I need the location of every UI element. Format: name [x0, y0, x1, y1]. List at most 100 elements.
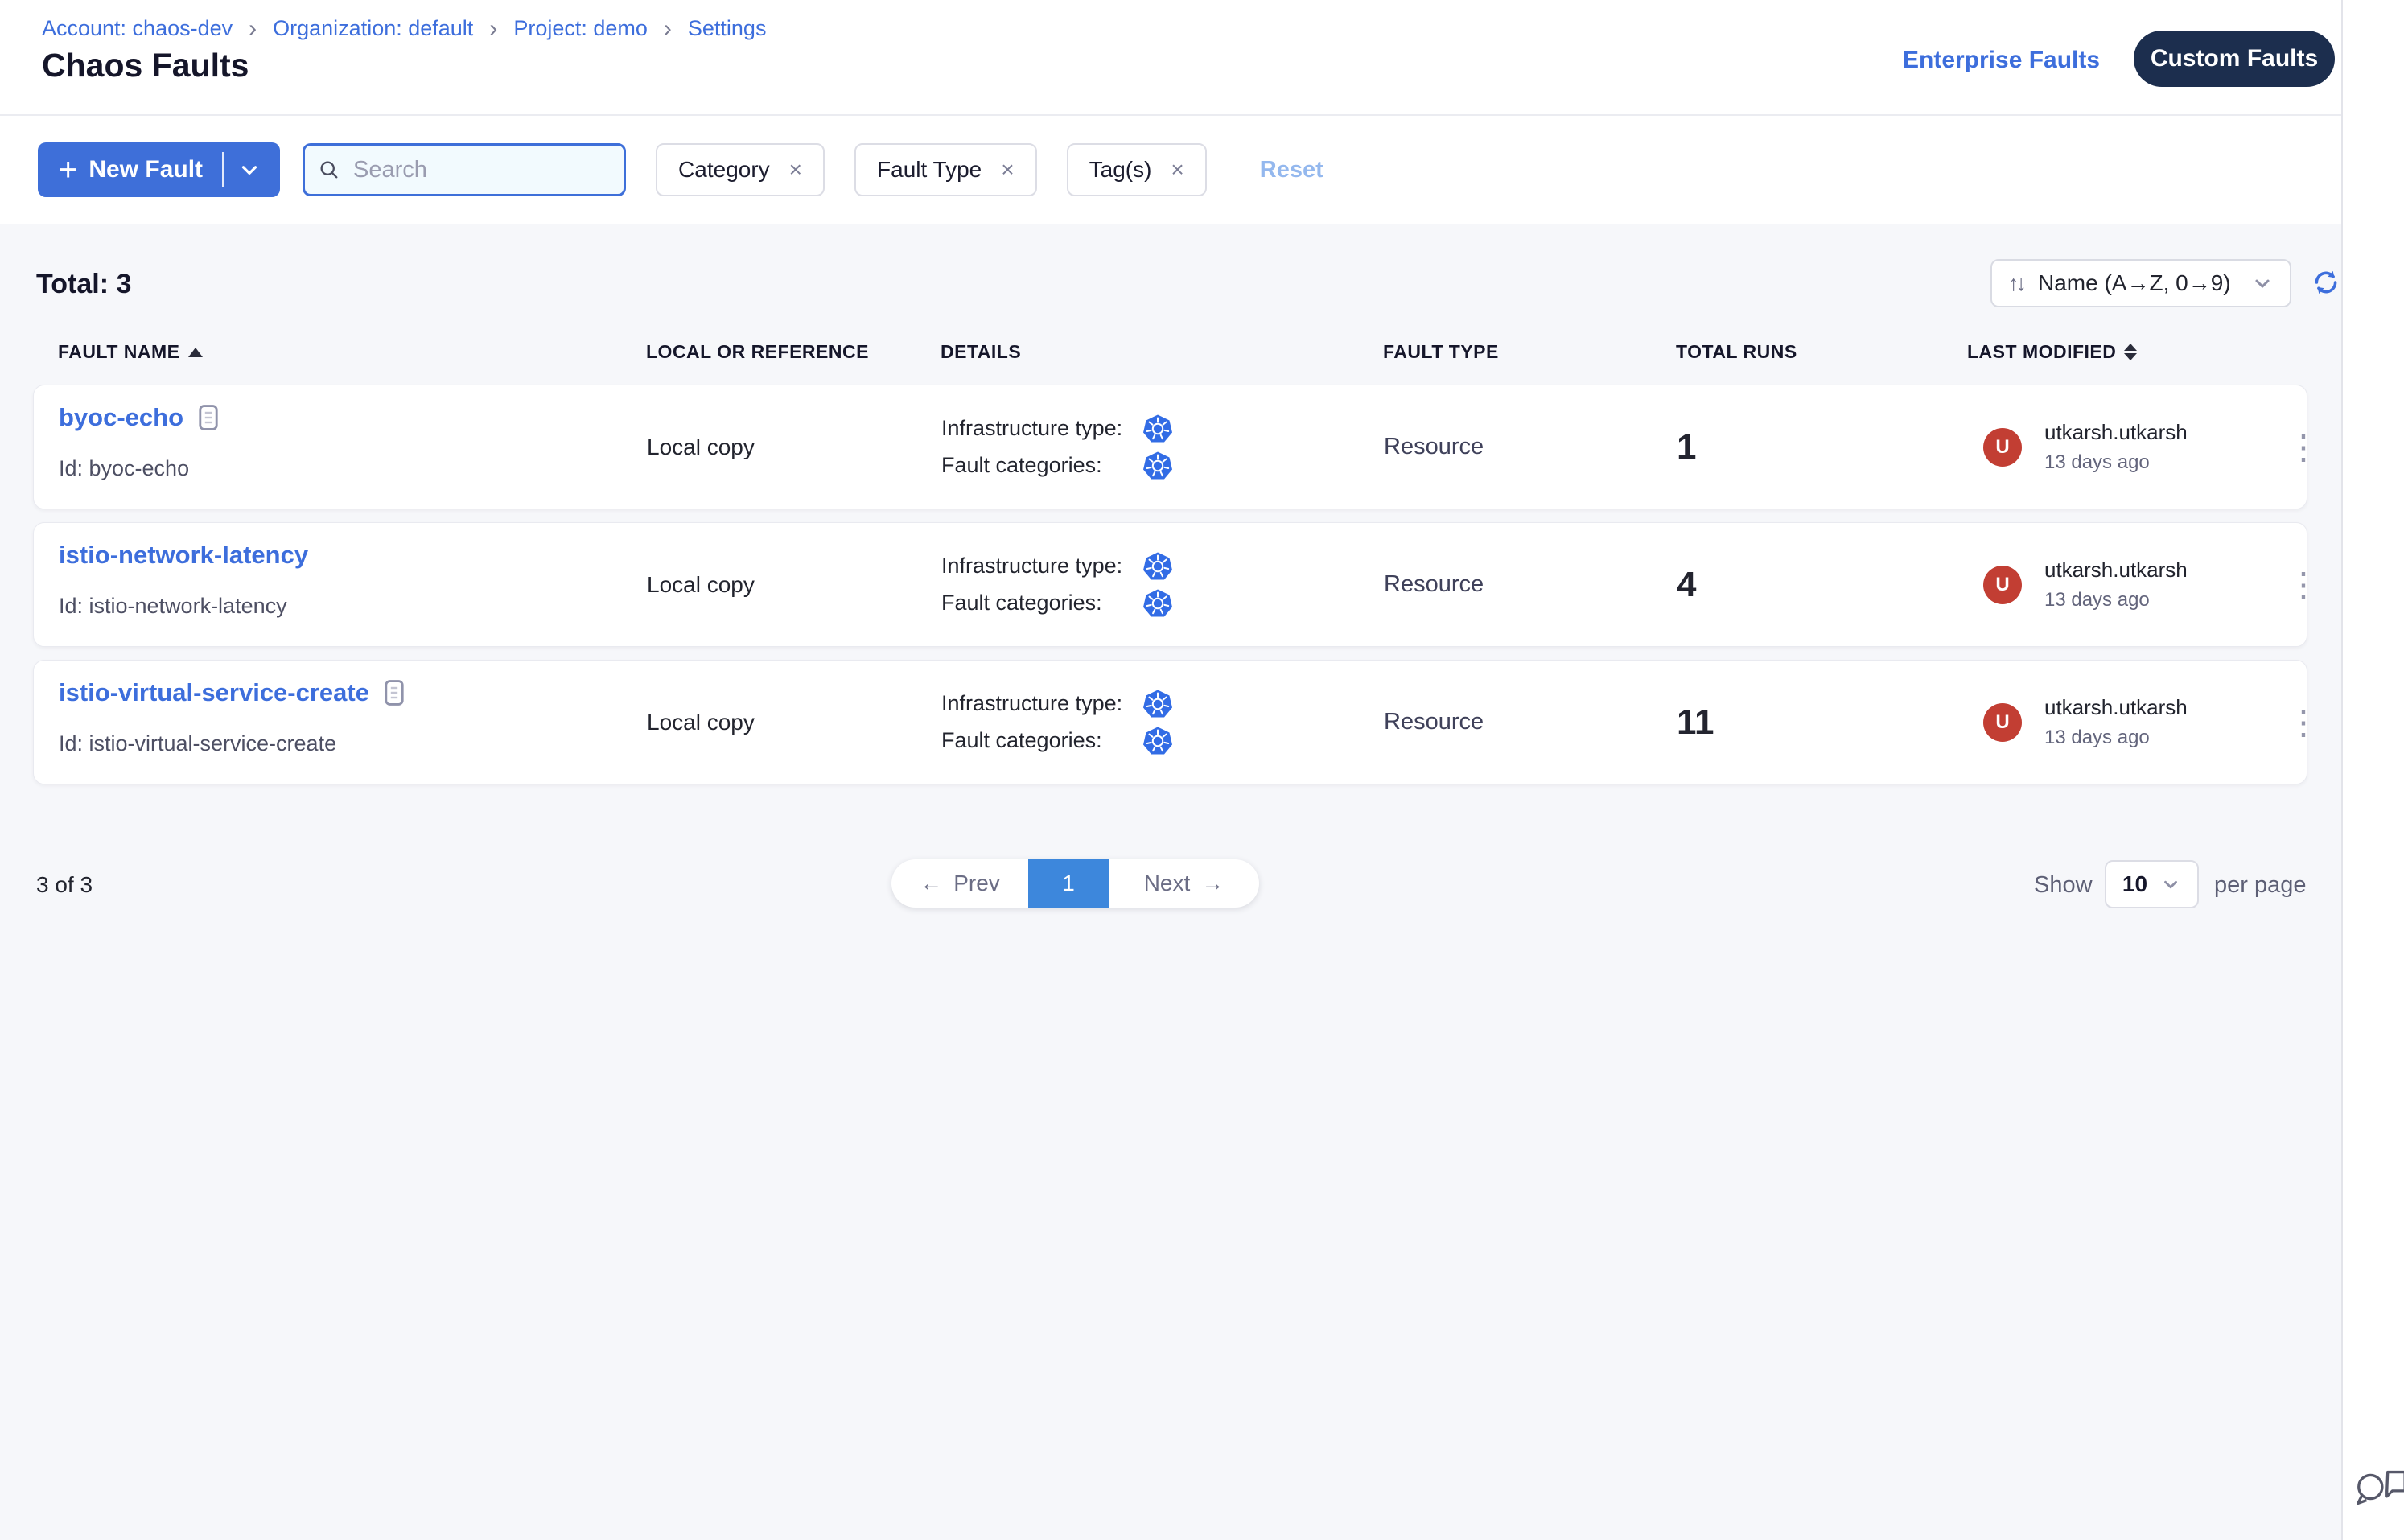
- kubernetes-icon[interactable]: [1142, 588, 1173, 619]
- infrastructure-type-label: Infrastructure type:: [941, 554, 1142, 579]
- fault-id: Id: istio-virtual-service-create: [59, 731, 336, 756]
- filter-tags[interactable]: Tag(s) ×: [1067, 143, 1207, 196]
- kubernetes-icon[interactable]: [1142, 414, 1173, 444]
- last-modified-cell: U utkarsh.utkarsh 13 days ago: [1983, 385, 2188, 509]
- prev-label: Prev: [953, 871, 1000, 896]
- fault-details: Infrastructure type: Fault categories:: [941, 551, 1173, 619]
- fault-details: Infrastructure type: Fault categories:: [941, 414, 1173, 481]
- local-or-reference-value: Local copy: [647, 661, 755, 784]
- enterprise-faults-link[interactable]: Enterprise Faults: [1903, 47, 2100, 74]
- button-divider: [222, 152, 224, 187]
- fault-categories-label: Fault categories:: [941, 591, 1142, 616]
- fault-categories-label: Fault categories:: [941, 453, 1142, 478]
- fault-list-section: Total: 3 ↑↓ Name (A→Z, 0→9) FAULT NAME L…: [0, 224, 2341, 1540]
- breadcrumb: Account: chaos-dev › Organization: defau…: [42, 16, 766, 41]
- refresh-icon: [2311, 267, 2341, 298]
- sort-selected-value: Name (A→Z, 0→9): [2038, 270, 2237, 296]
- chevron-down-icon: [2160, 874, 2181, 895]
- total-runs-value: 1: [1677, 385, 1696, 509]
- table-row: istio-virtual-service-create Id: istio-v…: [33, 660, 2307, 784]
- sort-direction-icon: ↑↓: [2008, 271, 2023, 296]
- column-header-total-runs: TOTAL RUNS: [1676, 341, 1797, 363]
- search-box[interactable]: [303, 143, 626, 196]
- breadcrumb-separator-icon: ›: [249, 17, 257, 41]
- next-page-button[interactable]: Next →: [1109, 859, 1259, 908]
- kubernetes-icon[interactable]: [1142, 551, 1173, 582]
- page-number-current[interactable]: 1: [1028, 859, 1109, 908]
- description-icon[interactable]: [196, 404, 220, 431]
- row-menu-button[interactable]: ⋮: [2287, 661, 2320, 784]
- row-menu-button[interactable]: ⋮: [2287, 385, 2320, 509]
- per-page-label: per page: [2214, 872, 2307, 899]
- sort-dropdown[interactable]: ↑↓ Name (A→Z, 0→9): [1990, 259, 2291, 307]
- modified-by-user: utkarsh.utkarsh: [2044, 420, 2188, 445]
- table-row: istio-network-latency Id: istio-network-…: [33, 522, 2307, 647]
- breadcrumb-account[interactable]: Account: chaos-dev: [42, 16, 233, 41]
- kubernetes-icon[interactable]: [1142, 451, 1173, 481]
- pagination: ← Prev 1 Next →: [891, 859, 1259, 908]
- arrow-right-icon: →: [1201, 871, 1224, 896]
- filter-category-label: Category: [678, 157, 770, 183]
- support-chat-button[interactable]: [2351, 1463, 2404, 1517]
- modified-by-user: utkarsh.utkarsh: [2044, 695, 2188, 720]
- modified-by-user: utkarsh.utkarsh: [2044, 558, 2188, 583]
- breadcrumb-organization[interactable]: Organization: default: [273, 16, 473, 41]
- total-count: Total: 3: [36, 269, 131, 300]
- sort-ascending-icon: [188, 348, 203, 357]
- modified-time: 13 days ago: [2044, 727, 2188, 749]
- close-icon[interactable]: ×: [789, 159, 802, 181]
- fault-name-link[interactable]: byoc-echo: [59, 403, 183, 432]
- fault-name-link[interactable]: istio-network-latency: [59, 541, 308, 570]
- fault-type-value: Resource: [1384, 523, 1484, 646]
- right-panel-edge: [2341, 0, 2404, 1540]
- breadcrumb-project[interactable]: Project: demo: [513, 16, 648, 41]
- fault-details: Infrastructure type: Fault categories:: [941, 689, 1173, 756]
- prev-page-button[interactable]: ← Prev: [891, 859, 1028, 908]
- filter-tags-label: Tag(s): [1089, 157, 1152, 183]
- local-or-reference-value: Local copy: [647, 523, 755, 646]
- new-fault-dropdown-toggle[interactable]: [228, 158, 270, 182]
- kubernetes-icon[interactable]: [1142, 726, 1173, 756]
- filter-fault-type[interactable]: Fault Type ×: [854, 143, 1037, 196]
- refresh-button[interactable]: [2311, 267, 2341, 302]
- total-runs-value: 4: [1677, 523, 1696, 646]
- breadcrumb-separator-icon: ›: [664, 17, 672, 41]
- plus-icon: +: [59, 154, 77, 186]
- description-icon[interactable]: [382, 679, 406, 706]
- filter-category[interactable]: Category ×: [656, 143, 825, 196]
- row-menu-button[interactable]: ⋮: [2287, 523, 2320, 646]
- breadcrumb-separator-icon: ›: [489, 17, 497, 41]
- column-header-last-modified-label: LAST MODIFIED: [1967, 341, 2116, 363]
- column-header-fault-type: FAULT TYPE: [1383, 341, 1499, 363]
- chevron-down-icon: [2251, 272, 2274, 294]
- column-header-details: DETAILS: [941, 341, 1021, 363]
- kubernetes-icon[interactable]: [1142, 689, 1173, 719]
- custom-faults-button[interactable]: Custom Faults: [2134, 31, 2335, 87]
- reset-filters-button[interactable]: Reset: [1260, 157, 1323, 183]
- new-fault-button[interactable]: + New Fault: [38, 142, 280, 197]
- search-input[interactable]: [352, 156, 611, 184]
- fault-id: Id: byoc-echo: [59, 456, 189, 481]
- breadcrumb-settings[interactable]: Settings: [688, 16, 767, 41]
- total-runs-value: 11: [1677, 661, 1714, 784]
- modified-time: 13 days ago: [2044, 589, 2188, 611]
- avatar: U: [1983, 566, 2022, 604]
- fault-type-value: Resource: [1384, 385, 1484, 509]
- fault-id: Id: istio-network-latency: [59, 594, 287, 619]
- local-or-reference-value: Local copy: [647, 385, 755, 509]
- fault-name-link[interactable]: istio-virtual-service-create: [59, 678, 369, 707]
- column-header-last-modified[interactable]: LAST MODIFIED: [1967, 341, 2137, 363]
- close-icon[interactable]: ×: [1171, 159, 1183, 181]
- close-icon[interactable]: ×: [1001, 159, 1014, 181]
- infrastructure-type-label: Infrastructure type:: [941, 416, 1142, 441]
- pagination-summary: 3 of 3: [36, 872, 93, 898]
- toolbar: + New Fault Category × Fault Type × Tag(…: [0, 114, 2341, 224]
- arrow-left-icon: ←: [920, 871, 942, 896]
- column-header-fault-name[interactable]: FAULT NAME: [58, 341, 203, 363]
- page-header: Account: chaos-dev › Organization: defau…: [0, 0, 2341, 114]
- page-size-dropdown[interactable]: 10: [2105, 860, 2199, 908]
- chaos-faults-page: Account: chaos-dev › Organization: defau…: [0, 0, 2404, 1540]
- avatar: U: [1983, 703, 2022, 742]
- page-title: Chaos Faults: [42, 47, 249, 84]
- chevron-down-icon: [237, 158, 261, 182]
